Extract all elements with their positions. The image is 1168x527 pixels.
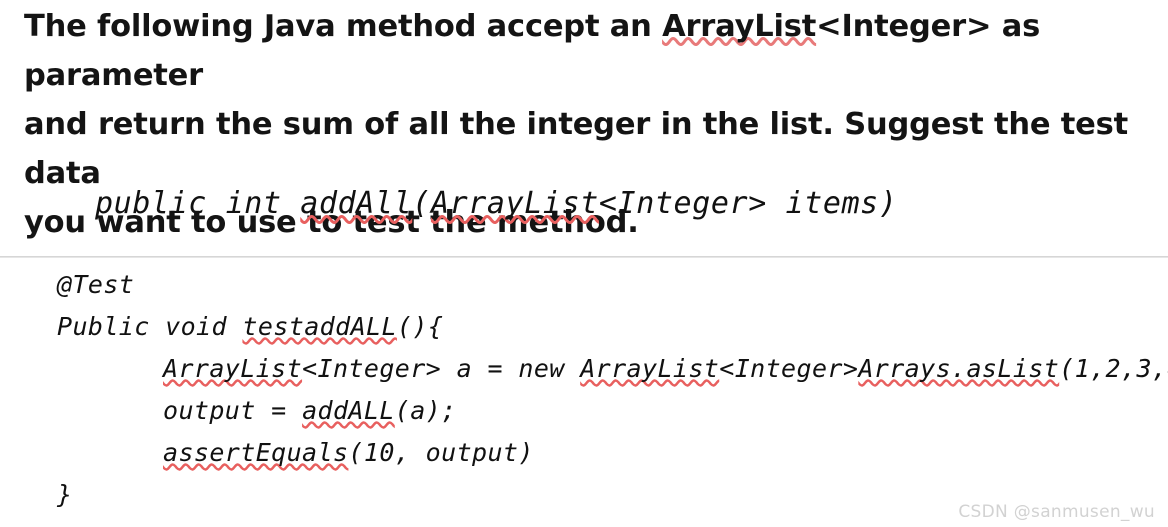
code-line-call-addall: output = addALL(a); — [163, 398, 457, 423]
code-panel: @Test Public void testaddALL(){ ArrayLis… — [0, 258, 1168, 527]
signature-prefix: public int — [95, 186, 301, 221]
code-line-5-text: } — [57, 480, 73, 509]
signature-param-type: ArrayList — [430, 186, 599, 221]
code-line-2-arrays-aslist: Arrays.asList — [858, 354, 1060, 383]
code-line-4-suffix: (10, output) — [348, 438, 534, 467]
code-line-closing-brace: } — [57, 482, 72, 507]
code-line-3-method-name: addALL — [302, 396, 395, 425]
signature-method-name: addAll — [300, 186, 413, 221]
code-line-3-prefix: output = — [163, 396, 303, 425]
method-signature: public int addAll(ArrayList<Integer> ite… — [95, 186, 898, 221]
signature-suffix: <Integer> items) — [598, 186, 898, 221]
code-line-2-suffix: (1,2,3,4)) — [1059, 354, 1168, 383]
question-line2: and return the sum of all the integer in… — [24, 107, 1139, 191]
code-line-1-suffix: (){ — [396, 312, 444, 341]
code-line-3-suffix: (a); — [394, 396, 457, 425]
code-line-2-type-b: ArrayList — [580, 354, 720, 383]
question-panel: The following Java method accept an Arra… — [0, 0, 1168, 257]
code-line-0-text: @Test — [57, 270, 135, 299]
code-line-2-mid-b: <Integer> — [719, 354, 859, 383]
question-line1-part-a: The following Java method accept an — [24, 9, 663, 44]
code-line-method-declaration: Public void testaddALL(){ — [57, 314, 443, 339]
code-line-1-method-name: testaddALL — [242, 312, 397, 341]
code-line-assertion: assertEquals(10, output) — [163, 440, 534, 465]
code-line-annotation: @Test — [57, 272, 134, 297]
question-line1-arraylist-misspelling: ArrayList — [662, 9, 817, 44]
panel-divider — [0, 256, 1168, 257]
code-line-2-type-a: ArrayList — [163, 354, 303, 383]
code-line-1-prefix: Public void — [57, 312, 243, 341]
code-line-2-mid-a: <Integer> a = new — [302, 354, 581, 383]
watermark: CSDN @sanmusen_wu — [958, 502, 1155, 522]
code-line-4-assert-name: assertEquals — [163, 438, 349, 467]
signature-open-paren: ( — [412, 186, 431, 221]
code-line-list-init: ArrayList<Integer> a = new ArrayList<Int… — [163, 356, 1168, 381]
